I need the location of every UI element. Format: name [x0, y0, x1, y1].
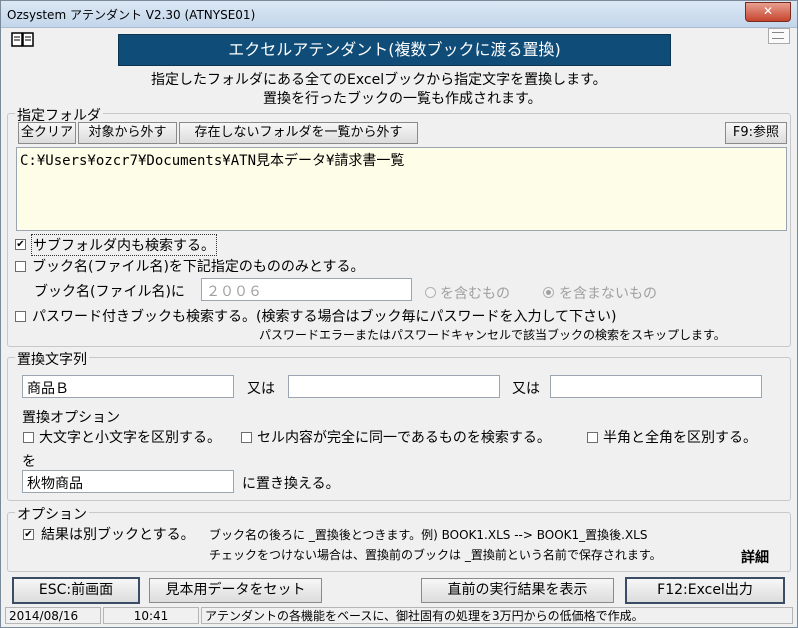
- subfolder-label[interactable]: サブフォルダ内も検索する。: [31, 234, 217, 256]
- separate-book-label[interactable]: 結果は別ブックとする。: [41, 524, 195, 544]
- option-group-label: オプション: [15, 504, 89, 524]
- contains-label[interactable]: を含むもの: [440, 283, 510, 303]
- bookname-filter-label[interactable]: ブック名(ファイル名)を下記指定のもののみとする。: [32, 256, 365, 276]
- or-label-2: 又は: [512, 381, 540, 397]
- detail-link[interactable]: 詳細: [741, 547, 769, 567]
- subfolder-checkbox[interactable]: ✔: [15, 239, 26, 250]
- width-sensitive-checkbox[interactable]: [587, 432, 598, 443]
- main-window: Ozsystem アテンダント V2.30 (ATNYSE01) ✕ エクセルア…: [0, 0, 798, 628]
- replace-suffix-label: に置き換える。: [242, 476, 340, 492]
- or-label-1: 又は: [247, 381, 275, 397]
- page-title: エクセルアテンダント(複数ブックに渡る置換): [118, 34, 671, 66]
- window-title: Ozsystem アテンダント V2.30 (ATNYSE01): [7, 8, 256, 22]
- bookname-filter-checkbox[interactable]: [15, 261, 26, 272]
- status-message: アテンダントの各機能をベースに、御社固有の処理を3万円からの低価格で作成。: [201, 607, 793, 624]
- not-contains-label[interactable]: を含まないもの: [559, 283, 657, 303]
- description-line-2: 置換を行ったブックの一覧も作成されます。: [263, 91, 542, 107]
- excel-output-button[interactable]: F12:Excel出力: [625, 577, 785, 604]
- with-label: を: [22, 454, 36, 470]
- bookname-input[interactable]: ２００６: [201, 278, 412, 301]
- case-sensitive-label[interactable]: 大文字と小文字を区別する。: [39, 427, 221, 447]
- status-time: 10:41: [103, 607, 199, 624]
- search-term-1-input[interactable]: 商品Ｂ: [22, 375, 234, 398]
- status-bar: 2014/08/16 10:41 アテンダントの各機能をベースに、御社固有の処理…: [3, 607, 795, 626]
- status-date: 2014/08/16: [5, 607, 101, 624]
- show-last-result-button[interactable]: 直前の実行結果を表示: [421, 578, 614, 603]
- separate-book-checkbox[interactable]: ✔: [23, 529, 34, 540]
- clear-all-button[interactable]: 全クリア: [18, 122, 76, 144]
- search-term-3-input[interactable]: [550, 375, 762, 398]
- contains-radio[interactable]: [425, 287, 436, 298]
- not-contains-radio[interactable]: [543, 287, 554, 298]
- separate-book-note-2: チェックをつけない場合は、置換前のブックは _置換前という名前で保存されます。: [209, 548, 662, 562]
- folder-list-item[interactable]: C:¥Users¥ozcr7¥Documents¥ATN見本データ¥請求書一覧: [20, 150, 783, 170]
- remove-missing-folders-button[interactable]: 存在しないフォルダを一覧から外す: [179, 122, 418, 144]
- width-sensitive-label[interactable]: 半角と全角を区別する。: [603, 427, 757, 447]
- password-note: パスワードエラーまたはパスワードキャンセルで該当ブックの検索をスキップします。: [259, 328, 726, 342]
- title-bar: Ozsystem アテンダント V2.30 (ATNYSE01) ✕: [1, 1, 797, 28]
- close-button[interactable]: ✕: [745, 2, 791, 22]
- exclude-button[interactable]: 対象から外す: [78, 122, 177, 144]
- set-sample-data-button[interactable]: 見本用データをセット: [149, 578, 322, 603]
- password-label[interactable]: パスワード付きブックも検索する。(検索する場合はブック毎にパスワードを入力して下…: [32, 306, 617, 326]
- book-icon[interactable]: [11, 31, 35, 49]
- close-icon: ✕: [762, 4, 774, 18]
- bookname-prefix-label: ブック名(ファイル名)に: [34, 284, 185, 300]
- separate-book-note-1: ブック名の後ろに _置換後とつきます。例) BOOK1.XLS --> BOOK…: [209, 528, 648, 542]
- esc-back-button[interactable]: ESC:前画面: [12, 577, 140, 604]
- exact-match-label[interactable]: セル内容が完全に同一であるものを検索する。: [257, 427, 551, 447]
- case-sensitive-checkbox[interactable]: [23, 432, 34, 443]
- password-checkbox[interactable]: [15, 311, 26, 322]
- browse-folder-button[interactable]: F9:参照: [725, 122, 787, 144]
- folder-list[interactable]: C:¥Users¥ozcr7¥Documents¥ATN見本データ¥請求書一覧: [16, 147, 787, 231]
- replace-options-label: 置換オプション: [22, 410, 120, 426]
- replacement-input[interactable]: 秋物商品: [22, 470, 234, 493]
- description-line-1: 指定したフォルダにある全てのExcelブックから指定文字を置換します。: [151, 72, 607, 88]
- exact-match-checkbox[interactable]: [241, 432, 252, 443]
- replace-group-label: 置換文字列: [15, 349, 89, 369]
- window-scroll-widget[interactable]: [768, 28, 790, 44]
- search-term-2-input[interactable]: [288, 375, 500, 398]
